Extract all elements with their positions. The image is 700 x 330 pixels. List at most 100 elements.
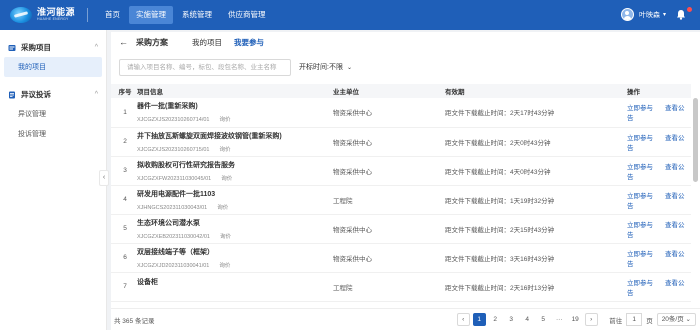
table-header: 序号 项目信息 业主单位 有效期 操作 xyxy=(111,84,691,98)
sidebar-item-objection[interactable]: 异议管理 xyxy=(0,104,106,124)
join-now-link[interactable]: 立即参与 xyxy=(627,135,653,142)
validity: 距文件下载截止时间：2天16时13分钟 xyxy=(445,284,555,292)
title-bar: ← 采购方案 我的项目 我要参与 xyxy=(111,32,700,52)
project-name[interactable]: 设备柜 xyxy=(137,277,329,287)
table-row: 7 设备柜 工程院 距文件下载截止时间：2天16时13分钟 立即参与 查看公告 xyxy=(111,272,691,301)
join-now-link[interactable]: 立即参与 xyxy=(627,222,653,229)
filter-bar: 开标时间:不限 ⌄ xyxy=(111,52,700,78)
nav-system[interactable]: 系统管理 xyxy=(175,6,219,24)
column-header: 业主单位 xyxy=(333,89,359,96)
bell-icon[interactable] xyxy=(676,9,686,20)
open-time-filter[interactable]: 开标时间:不限 ⌄ xyxy=(299,62,352,72)
owner-unit: 物资采供中心 xyxy=(333,110,372,118)
page-size-value: 20条/页 xyxy=(661,316,684,323)
table-row: 3 拟收购股权可行性研究报告服务 XJCGZXFW202311030045/01… xyxy=(111,156,691,185)
project-name[interactable]: 井下抽放瓦斯螺旋双面焊接波纹钢管(重新采购) xyxy=(137,131,329,141)
divider xyxy=(87,8,89,22)
project-name[interactable]: 双层接线端子等（框架） xyxy=(137,247,329,257)
tab-participate[interactable]: 我要参与 xyxy=(234,37,264,48)
top-bar: 淮河能源 HUAIHE ENERGY 首页 实施管理 系统管理 供应商管理 叶映… xyxy=(0,0,700,30)
project-code: XJCGZXJD202311030041/01 xyxy=(137,262,210,269)
user-menu[interactable]: 叶映森 ▾ xyxy=(620,8,666,21)
sidebar-group-header[interactable]: 异议投诉 ^ xyxy=(0,85,106,104)
page-button[interactable]: 1 xyxy=(472,313,486,326)
more-pages-button[interactable]: ··· xyxy=(553,313,566,326)
document-icon xyxy=(9,91,15,98)
page-button[interactable]: 2 xyxy=(489,313,502,326)
owner-unit: 工程院 xyxy=(333,284,353,292)
row-number: 3 xyxy=(123,167,127,174)
chevron-down-icon: ⌄ xyxy=(685,316,691,323)
nav-supplier[interactable]: 供应商管理 xyxy=(221,6,273,24)
owner-unit: 工程院 xyxy=(333,197,353,205)
avatar xyxy=(620,8,634,21)
column-header: 有效期 xyxy=(445,89,465,96)
project-code: XJCGZXFW202311030045/01 xyxy=(137,175,212,182)
table-row: 5 生态环境公司潜水泵 XJCGZXEB202311030042/01 询价 物资… xyxy=(111,214,691,243)
page-size-select[interactable]: 20条/页 ⌄ xyxy=(656,313,696,326)
pagination: ‹ 1 2 3 4 5 ··· 19 › 前往 1 页 20条/页 ⌄ xyxy=(455,313,696,326)
project-name[interactable]: 器件一批(重新采购) xyxy=(137,101,329,111)
bid-type: 询价 xyxy=(219,233,231,240)
logo-title: 淮河能源 xyxy=(37,7,76,18)
chevron-up-icon: ^ xyxy=(94,44,98,51)
row-number: 6 xyxy=(123,254,127,261)
project-name[interactable]: 拟收购股权可行性研究报告服务 xyxy=(137,160,329,170)
join-now-link[interactable]: 立即参与 xyxy=(627,251,653,258)
nav-home[interactable]: 首页 xyxy=(98,6,127,24)
page-button[interactable]: 5 xyxy=(537,313,550,326)
row-number: 1 xyxy=(123,108,127,116)
bid-type: 询价 xyxy=(217,204,229,211)
project-table: 序号 项目信息 业主单位 有效期 操作 1 器件一批(重新采购) XJCGZXJ… xyxy=(111,84,700,302)
column-header: 项目信息 xyxy=(137,89,163,96)
validity: 距文件下载截止时间：1天19时32分钟 xyxy=(445,197,555,205)
row-number: 7 xyxy=(123,283,127,290)
logo[interactable]: 淮河能源 HUAIHE ENERGY xyxy=(10,7,75,23)
main-nav: 首页 实施管理 系统管理 供应商管理 xyxy=(98,0,275,30)
sidebar-group-complaints: 异议投诉 ^ 异议管理 投诉管理 xyxy=(0,77,106,144)
page-button[interactable]: 3 xyxy=(505,313,518,326)
row-number: 2 xyxy=(123,138,127,145)
join-now-link[interactable]: 立即参与 xyxy=(627,164,653,171)
join-now-link[interactable]: 立即参与 xyxy=(627,193,653,200)
page-button[interactable]: 19 xyxy=(569,313,582,326)
sidebar-group-header[interactable]: 采购项目 ^ xyxy=(0,38,106,57)
table-row: 4 研发用电源配件一批1103 XJHNGCS202311030043/01 询价… xyxy=(111,185,691,214)
sidebar: 采购项目 ^ 我的项目 异议投诉 ^ 异议管理 投诉管理 xyxy=(0,30,107,330)
logo-icon xyxy=(10,7,32,23)
user-name: 叶映森 xyxy=(638,11,660,19)
validity: 距文件下载截止时间：2天17时43分钟 xyxy=(445,110,555,118)
owner-unit: 物资采供中心 xyxy=(333,139,372,147)
search-input[interactable] xyxy=(119,58,291,76)
next-page-button[interactable]: › xyxy=(584,313,598,326)
prev-page-button[interactable]: ‹ xyxy=(456,313,470,326)
project-name[interactable]: 生态环境公司潜水泵 xyxy=(137,218,329,228)
project-code: XJHNGCS202311030043/01 xyxy=(137,204,208,211)
back-arrow-icon[interactable]: ← xyxy=(119,37,128,47)
sidebar-item-complaint[interactable]: 投诉管理 xyxy=(0,124,106,144)
collapse-sidebar-button[interactable]: ‹ xyxy=(99,170,109,186)
join-now-link[interactable]: 立即参与 xyxy=(627,280,653,287)
bid-type: 询价 xyxy=(221,175,233,182)
join-now-link[interactable]: 立即参与 xyxy=(627,105,653,112)
sidebar-group-procurement: 采购项目 ^ 我的项目 xyxy=(0,30,106,77)
project-name[interactable]: 研发用电源配件一批1103 xyxy=(137,189,329,199)
column-header: 序号 xyxy=(118,89,132,96)
sidebar-group-title: 采购项目 xyxy=(21,43,51,52)
bid-type: 询价 xyxy=(219,146,231,153)
goto-page-input[interactable]: 1 xyxy=(626,313,643,326)
goto-suffix: 页 xyxy=(646,317,653,325)
sidebar-group-title: 异议投诉 xyxy=(21,90,51,99)
tab-my-projects[interactable]: 我的项目 xyxy=(192,37,222,48)
chevron-up-icon: ^ xyxy=(94,91,98,98)
page-button[interactable]: 4 xyxy=(521,313,534,326)
owner-unit: 物资采供中心 xyxy=(333,168,372,176)
folder-icon xyxy=(8,44,16,51)
chevron-down-icon: ⌄ xyxy=(346,64,352,71)
pagination-bar: 共 365 条记录 ‹ 1 2 3 4 5 ··· 19 › 前往 1 页 20… xyxy=(111,308,700,330)
nav-implementation[interactable]: 实施管理 xyxy=(129,6,174,24)
table-scrollbar[interactable] xyxy=(693,98,698,182)
sidebar-item-my-projects[interactable]: 我的项目 xyxy=(4,57,102,77)
bid-type: 询价 xyxy=(219,117,231,124)
goto-label: 前往 xyxy=(609,317,623,325)
